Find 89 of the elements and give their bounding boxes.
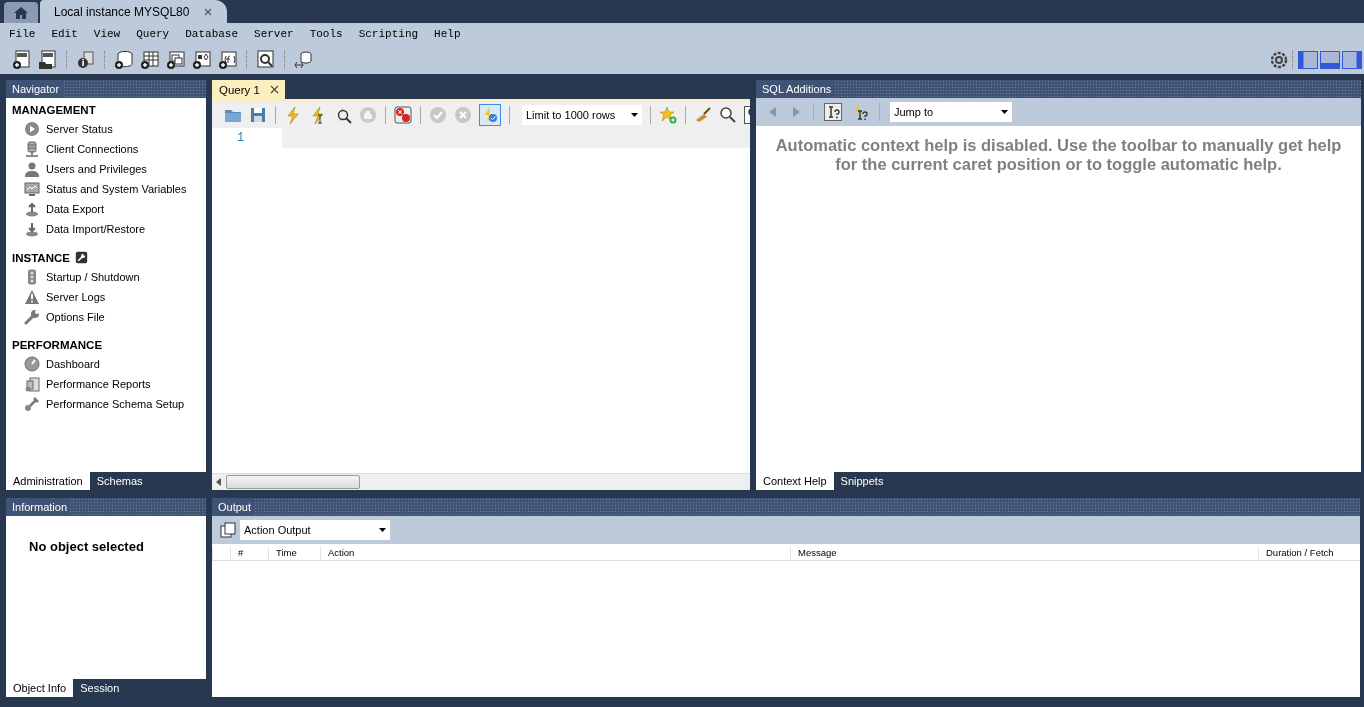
- search-icon[interactable]: [256, 49, 276, 70]
- report-icon: [24, 376, 40, 392]
- database-icon: [24, 141, 40, 157]
- copy-icon[interactable]: [220, 522, 236, 538]
- navigator-item[interactable]: Startup / Shutdown: [6, 267, 206, 287]
- navigator-item[interactable]: Server Status: [6, 119, 206, 139]
- wrench-box-icon: [74, 251, 88, 264]
- toggle-secondary-sidebar-icon[interactable]: [1342, 50, 1362, 69]
- new-schema-icon[interactable]: [114, 49, 134, 70]
- column-header[interactable]: Time: [268, 546, 320, 560]
- panel-tab[interactable]: Object Info: [6, 679, 74, 697]
- context-help-icon[interactable]: [824, 103, 842, 121]
- wrench-icon: [24, 309, 40, 325]
- column-header[interactable]: Duration / Fetch: [1258, 546, 1360, 560]
- navigator-item[interactable]: Dashboard: [6, 354, 206, 374]
- upload-icon: [24, 201, 40, 217]
- monitor-icon: [24, 181, 40, 197]
- check-icon[interactable]: [429, 105, 447, 124]
- navigator-item[interactable]: Server Logs: [6, 287, 206, 307]
- new-table-icon[interactable]: [140, 49, 160, 70]
- home-icon: [13, 4, 29, 21]
- section-heading: MANAGEMENT: [12, 104, 96, 116]
- panel-title: Navigator: [6, 80, 63, 98]
- jump-to-dropdown[interactable]: Jump to: [890, 102, 1012, 122]
- limit-dropdown[interactable]: Limit to 1000 rows: [522, 104, 642, 125]
- error-toggle-icon[interactable]: [394, 105, 412, 124]
- line-number: 1: [236, 130, 246, 147]
- panel-title: Output: [212, 498, 255, 516]
- info-message: No object selected: [28, 538, 145, 554]
- info-icon[interactable]: [76, 49, 96, 70]
- warning-icon: [24, 289, 40, 305]
- menu-item[interactable]: File: [9, 28, 36, 40]
- navigator-item[interactable]: Status and System Variables: [6, 179, 206, 199]
- menu-item[interactable]: Help: [434, 28, 461, 40]
- column-header[interactable]: Action: [320, 546, 790, 560]
- toggle-output-icon[interactable]: [1320, 50, 1340, 69]
- output-mode-dropdown[interactable]: Action Output: [240, 520, 390, 540]
- menu-item[interactable]: Edit: [51, 28, 78, 40]
- panel-title: SQL Additions: [756, 80, 835, 98]
- navigator-item[interactable]: Performance Reports: [6, 374, 206, 394]
- caret-icon: [631, 112, 638, 117]
- menu-item[interactable]: Query: [136, 28, 170, 40]
- new-sql-file-icon[interactable]: [12, 49, 32, 70]
- settings-icon[interactable]: [1270, 50, 1288, 69]
- navigator-item[interactable]: Data Import/Restore: [6, 219, 206, 239]
- editor-tab[interactable]: Query 1: [212, 80, 285, 99]
- navigator-item[interactable]: Client Connections: [6, 139, 206, 159]
- navigator-item[interactable]: Data Export: [6, 199, 206, 219]
- toggle-sidebar-icon[interactable]: [1298, 50, 1318, 69]
- navigator-item[interactable]: Users and Privileges: [6, 159, 206, 179]
- broom-icon[interactable]: [694, 105, 712, 124]
- menu-item[interactable]: Database: [185, 28, 239, 40]
- close-icon[interactable]: [203, 6, 214, 17]
- navigator-item[interactable]: Performance Schema Setup: [6, 394, 206, 414]
- schema-setup-icon: [24, 396, 40, 412]
- menu-item[interactable]: Scripting: [358, 28, 419, 40]
- column-header[interactable]: #: [230, 546, 268, 560]
- panel-title: Information: [6, 498, 71, 516]
- lightning-cursor-icon[interactable]: [309, 105, 327, 124]
- gauge-icon: [24, 356, 40, 372]
- column-header[interactable]: Message: [790, 546, 1258, 560]
- favorite-add-icon[interactable]: [659, 105, 677, 124]
- menu-item[interactable]: Server: [254, 28, 294, 40]
- home-tab[interactable]: [4, 2, 38, 23]
- new-view-icon[interactable]: [166, 49, 186, 70]
- panel-tab[interactable]: Administration: [6, 472, 90, 490]
- save-icon[interactable]: [249, 105, 267, 124]
- horizontal-scrollbar[interactable]: [212, 473, 750, 490]
- panel-tab[interactable]: Context Help: [756, 472, 834, 490]
- connection-tab[interactable]: Local instance MYSQL80: [40, 0, 228, 23]
- code-editor[interactable]: 1: [212, 128, 750, 473]
- search-icon[interactable]: [719, 105, 737, 124]
- section-heading: INSTANCE: [12, 251, 70, 264]
- user-icon: [24, 161, 40, 177]
- help-message: Automatic context help is disabled. Use the toolbar to manually get help for the current caret position or to toggle automatic help.: [774, 135, 1343, 174]
- menu-item[interactable]: Tools: [309, 28, 343, 40]
- new-function-icon[interactable]: [218, 49, 238, 70]
- new-procedure-icon[interactable]: [192, 49, 212, 70]
- download-icon: [24, 221, 40, 237]
- autocommit-icon[interactable]: [479, 103, 501, 126]
- section-heading: PERFORMANCE: [12, 339, 103, 351]
- open-sql-file-icon[interactable]: [38, 49, 58, 70]
- play-icon: [24, 121, 40, 137]
- menu-item[interactable]: View: [93, 28, 121, 40]
- caret-icon: [1001, 110, 1008, 114]
- navigator-item[interactable]: Options File: [6, 307, 206, 327]
- caret-icon: [379, 528, 386, 532]
- close-icon[interactable]: [269, 85, 279, 94]
- scroll-left-icon[interactable]: [216, 478, 222, 486]
